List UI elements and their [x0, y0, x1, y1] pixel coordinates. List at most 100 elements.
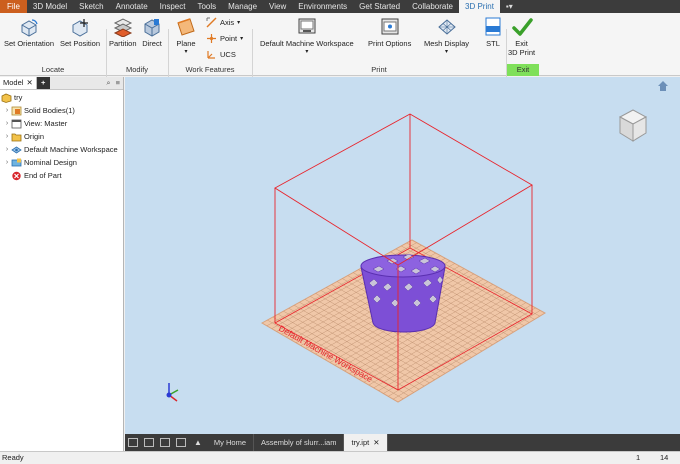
tree-label: try: [14, 93, 23, 102]
close-icon[interactable]: ✕: [373, 434, 379, 451]
model-browser: Model ✕ + ⌕ ≡ try › Solid Bodies(1) › Vi…: [0, 77, 124, 451]
plane-icon: [177, 18, 195, 36]
tree-label: End of Part: [24, 171, 62, 180]
graphics-viewport[interactable]: Default Machine Workspace: [125, 77, 680, 434]
point-label: Point: [220, 34, 238, 43]
doc-tab-my-home[interactable]: My Home: [207, 434, 255, 451]
search-icon[interactable]: ⌕: [106, 78, 110, 88]
tree-label: View: Master: [24, 119, 68, 128]
tile-windows-icon[interactable]: [144, 438, 154, 447]
tree-label: Origin: [24, 132, 45, 141]
point-dropdown-icon[interactable]: ▾: [240, 35, 243, 42]
tab-environments[interactable]: Environments: [292, 0, 353, 13]
tab-get-started[interactable]: Get Started: [353, 0, 406, 13]
tab-list-icon[interactable]: ▲: [189, 438, 207, 447]
tree-node-try[interactable]: try: [0, 91, 123, 104]
doc-tab-label: My Home: [213, 438, 247, 447]
set-position-button[interactable]: Set Position: [60, 17, 100, 48]
tree-node-view-master[interactable]: › View: Master: [0, 117, 123, 130]
doc-tab-try[interactable]: try.ipt ✕: [344, 434, 388, 451]
tab-annotate[interactable]: Annotate: [110, 0, 154, 13]
mesh-display-dropdown-icon[interactable]: ▾: [445, 48, 448, 55]
browser-header: Model ✕ + ⌕ ≡: [0, 77, 123, 90]
direct-button[interactable]: Direct: [141, 17, 163, 48]
stl-button[interactable]: STL: [482, 17, 504, 48]
status-value-2: 14: [660, 453, 669, 462]
exit-3d-print-button[interactable]: Exit 3D Print: [508, 17, 535, 57]
expand-icon[interactable]: ›: [3, 159, 11, 166]
split-windows-icon[interactable]: [176, 438, 186, 447]
tab-3d-print[interactable]: 3D Print: [459, 0, 500, 13]
group-modify-label: Modify: [125, 65, 149, 74]
mesh-display-icon: [437, 19, 456, 35]
expand-icon[interactable]: ›: [3, 120, 11, 127]
tab-sketch[interactable]: Sketch: [73, 0, 109, 13]
direct-edit-icon: [144, 19, 160, 37]
folder-icon: [11, 133, 22, 141]
workspace-dropdown-icon[interactable]: ▾: [305, 48, 308, 55]
axis-button[interactable]: Axis ▾: [206, 17, 240, 28]
set-orientation-label: Set Orientation: [4, 39, 55, 48]
status-bar: Ready 1 14: [0, 451, 680, 464]
exit-label: Exit: [515, 39, 528, 48]
print-options-label: Print Options: [368, 39, 412, 48]
default-machine-workspace-button[interactable]: Default Machine Workspace ▾: [260, 17, 354, 55]
nominal-design-icon: [11, 158, 22, 166]
expand-icon[interactable]: ›: [3, 133, 11, 140]
part-basket[interactable]: [360, 253, 446, 333]
mesh-display-button[interactable]: Mesh Display ▾: [424, 17, 469, 55]
point-button[interactable]: Point ▾: [206, 33, 243, 44]
tab-collaborate[interactable]: Collaborate: [406, 0, 459, 13]
browser-tree: try › Solid Bodies(1) › View: Master › O…: [0, 90, 123, 182]
axis-dropdown-icon[interactable]: ▾: [237, 19, 240, 26]
group-work-features-label: Work Features: [185, 65, 235, 74]
tree-node-solid-bodies[interactable]: › Solid Bodies(1): [0, 104, 123, 117]
plane-dropdown-icon[interactable]: ▾: [184, 48, 187, 55]
tab-tools[interactable]: Tools: [191, 0, 222, 13]
ucs-icon: [207, 51, 215, 59]
stl-icon: [485, 17, 501, 36]
expand-icon[interactable]: ›: [3, 146, 11, 153]
tab-manage[interactable]: Manage: [222, 0, 263, 13]
tab-3d-model[interactable]: 3D Model: [27, 0, 73, 13]
tree-node-default-machine-workspace[interactable]: › Default Machine Workspace: [0, 143, 123, 156]
set-orientation-button[interactable]: Set Orientation: [4, 17, 54, 48]
default-machine-workspace-label: Default Machine Workspace: [260, 39, 354, 48]
ucs-button[interactable]: UCS: [206, 49, 236, 60]
menu-icon[interactable]: ≡: [116, 78, 120, 88]
status-text: Ready: [2, 453, 24, 462]
close-icon[interactable]: ✕: [26, 77, 32, 89]
doc-tab-assembly[interactable]: Assembly of slurr...iam: [254, 434, 345, 451]
mesh-display-label: Mesh Display: [424, 39, 470, 48]
partition-button[interactable]: Partition: [109, 17, 137, 48]
axis-label: Axis: [220, 18, 235, 27]
expand-icon[interactable]: ›: [3, 107, 11, 114]
view-cube[interactable]: [618, 109, 648, 142]
ribbon-panel: Set Orientation Set Position Partition D…: [0, 13, 680, 89]
tree-label: Default Machine Workspace: [24, 145, 118, 154]
tree-node-origin[interactable]: › Origin: [0, 130, 123, 143]
ribbon-tab-bar: File 3D Model Sketch Annotate Inspect To…: [0, 0, 680, 13]
home-view-icon[interactable]: [658, 81, 668, 91]
browser-tab-model[interactable]: Model ✕: [0, 77, 37, 89]
cascade-windows-icon[interactable]: [128, 438, 138, 447]
tree-label: Nominal Design: [24, 158, 77, 167]
tree-node-nominal-design[interactable]: › Nominal Design: [0, 156, 123, 169]
scene-canvas[interactable]: Default Machine Workspace: [125, 77, 680, 434]
solid-bodies-icon: [11, 106, 22, 115]
tab-inspect[interactable]: Inspect: [154, 0, 192, 13]
print-options-button[interactable]: Print Options: [368, 17, 411, 48]
arrange-windows-icon[interactable]: [160, 438, 170, 447]
ribbon-options-icon[interactable]: ▪▾: [500, 0, 519, 13]
coordinate-triad: [166, 383, 179, 402]
view-icon: [11, 119, 22, 128]
tab-view[interactable]: View: [263, 0, 292, 13]
doc-tab-label: try.ipt: [351, 438, 370, 447]
add-browser-tab-button[interactable]: +: [36, 77, 50, 89]
plane-label: Plane: [176, 39, 196, 48]
tree-node-end-of-part[interactable]: End of Part: [0, 169, 123, 182]
set-position-icon: [72, 19, 89, 37]
plane-button[interactable]: Plane ▾: [175, 17, 197, 55]
direct-label: Direct: [142, 39, 162, 48]
tab-file[interactable]: File: [0, 0, 27, 13]
